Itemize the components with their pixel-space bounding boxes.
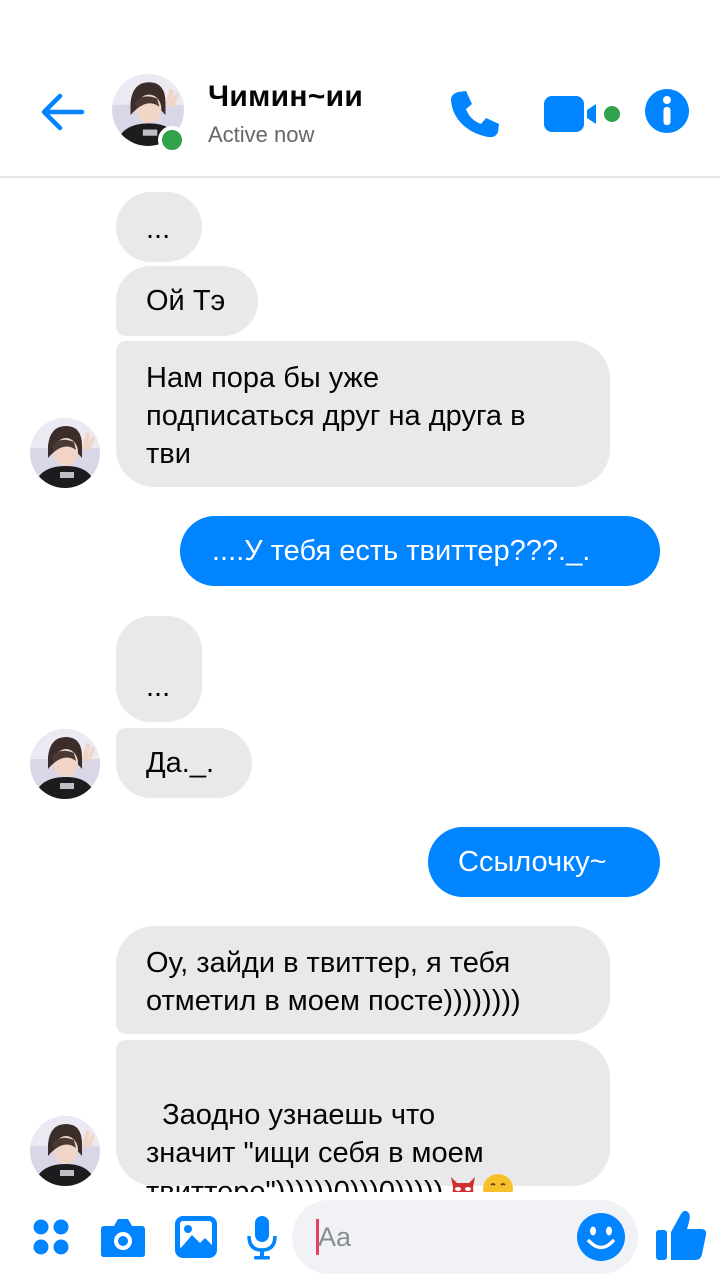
- microphone-icon[interactable]: [246, 1214, 278, 1260]
- message-bubble-incoming[interactable]: Оу, зайди в твиттер, я тебя отметил в мо…: [116, 926, 610, 1034]
- gallery-icon[interactable]: [174, 1215, 218, 1259]
- message-input-placeholder: Aa: [318, 1222, 352, 1252]
- video-camera-icon[interactable]: [544, 94, 624, 134]
- message-bubble-outgoing[interactable]: ....У тебя есть твиттер???._.: [180, 516, 660, 586]
- camera-icon[interactable]: [100, 1216, 146, 1258]
- contact-name[interactable]: Чимин~ии: [208, 80, 363, 114]
- online-status-dot: [158, 126, 186, 154]
- emoji-icon[interactable]: [576, 1212, 626, 1262]
- info-icon[interactable]: [644, 88, 690, 134]
- phone-icon[interactable]: [448, 88, 502, 140]
- message-bubble-incoming[interactable]: ...: [116, 616, 202, 722]
- arrow-left-icon[interactable]: [38, 88, 86, 136]
- contact-avatar[interactable]: [30, 1116, 100, 1186]
- message-bubble-incoming[interactable]: Да._.: [116, 728, 252, 798]
- message-bubble-outgoing[interactable]: Ссылочку~: [428, 827, 660, 897]
- message-bubble-incoming[interactable]: Заодно узнаешь что значит "ищи себя в мо…: [116, 1040, 610, 1208]
- chat-header: Чимин~ии Active now: [0, 0, 720, 178]
- contact-avatar[interactable]: [30, 729, 100, 799]
- message-bubble-incoming[interactable]: ...: [116, 192, 202, 262]
- message-bubble-incoming[interactable]: Ой Тэ: [116, 266, 258, 336]
- apps-grid-icon[interactable]: [32, 1218, 70, 1256]
- contact-avatar[interactable]: [30, 418, 100, 488]
- contact-status: Active now: [208, 122, 315, 147]
- thumbs-up-icon[interactable]: [654, 1208, 708, 1262]
- message-bubble-incoming[interactable]: Нам пора бы уже подписаться друг на друг…: [116, 341, 610, 487]
